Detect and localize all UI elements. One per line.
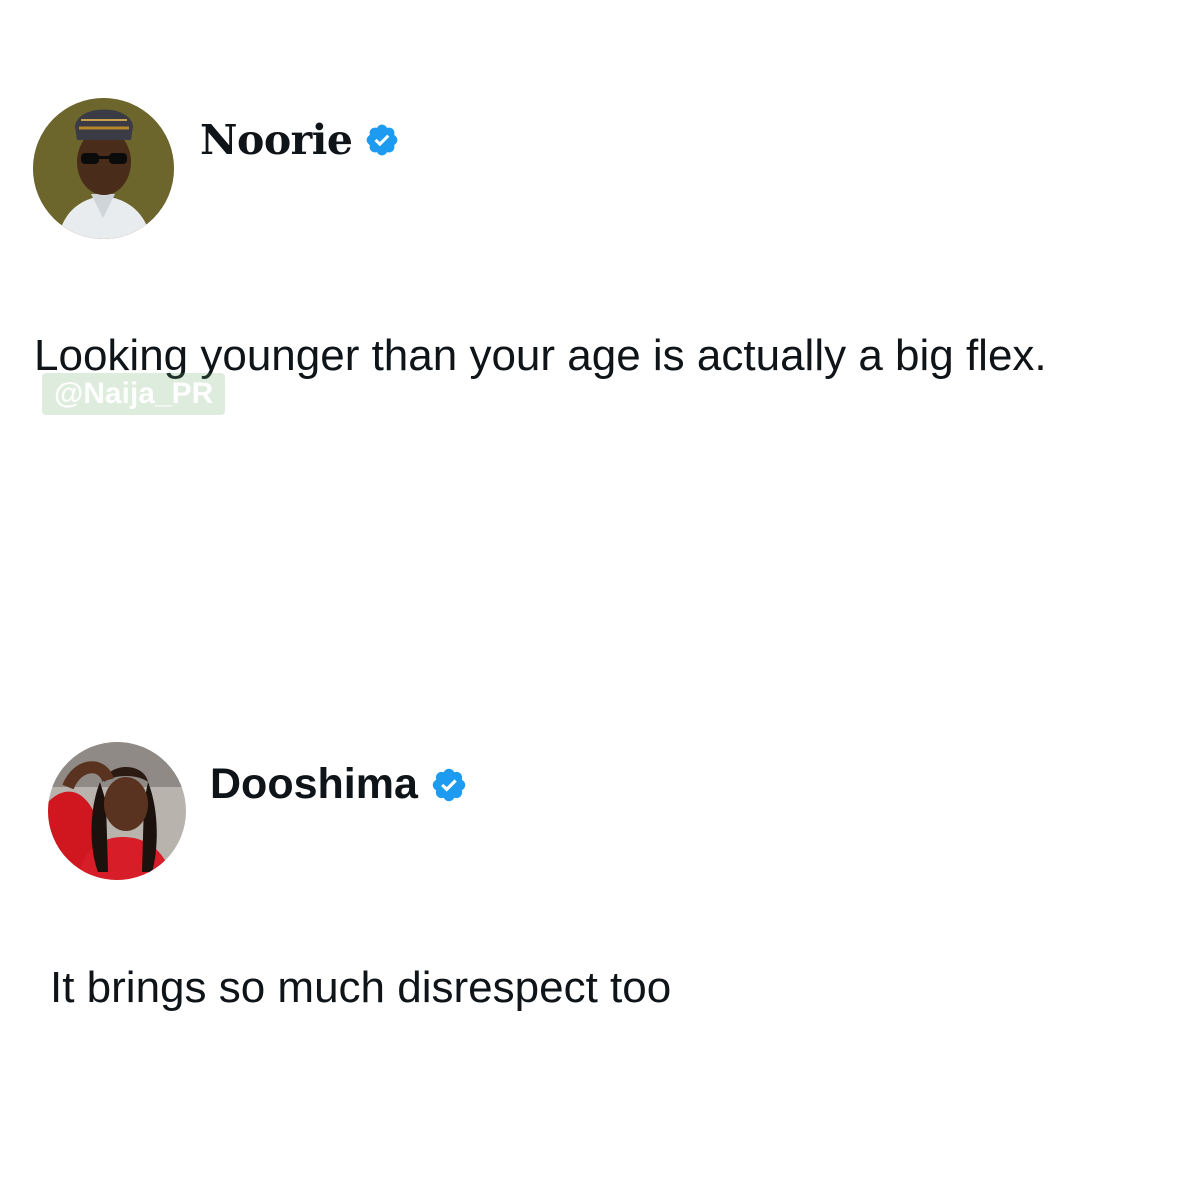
verified-badge-icon <box>430 766 468 804</box>
verified-badge-icon <box>364 122 400 158</box>
author-name-row[interactable]: Noorie <box>200 116 400 164</box>
watermark: @Naija_PR <box>42 373 226 415</box>
avatar-noorie[interactable] <box>33 98 174 239</box>
author-name[interactable]: Dooshima <box>210 760 418 809</box>
avatar-photo-icon <box>33 98 174 239</box>
post-text: It brings so much disrespect too <box>50 963 672 1012</box>
avatar-dooshima[interactable] <box>48 742 186 880</box>
author-name-row[interactable]: Dooshima <box>210 760 468 809</box>
author-name[interactable]: Noorie <box>200 116 353 164</box>
avatar-photo-icon <box>48 742 186 880</box>
